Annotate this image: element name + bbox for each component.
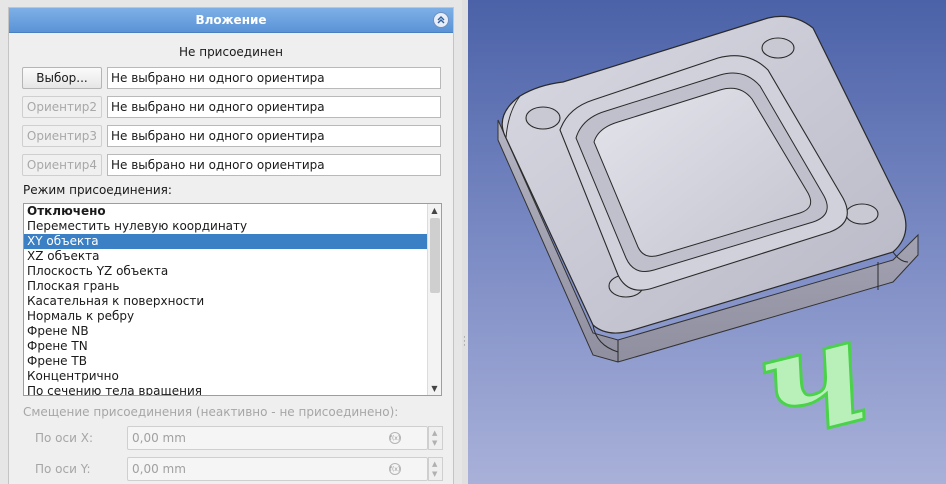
cad-model[interactable]: ч <box>468 0 946 484</box>
reference-field-1[interactable]: Не выбрано ни одного ориентира <box>107 67 441 89</box>
scroll-up-icon[interactable]: ▲ <box>428 204 441 217</box>
collapse-icon[interactable] <box>433 12 449 28</box>
reference-row-4: Ориентир4 Не выбрано ни одного ориентира <box>22 154 442 176</box>
offset-x-row: По оси X: 0,00 mm f(x) ▲ ▼ <box>23 426 443 450</box>
mode-item[interactable]: По сечению тела вращения <box>24 384 428 395</box>
mode-item[interactable]: Переместить нулевую координату <box>24 219 428 234</box>
mode-item[interactable]: Концентрично <box>24 369 428 384</box>
expression-icon[interactable]: f(x) <box>389 432 401 444</box>
mode-item-selected[interactable]: XY объекта <box>24 234 428 249</box>
offset-x-input[interactable]: 0,00 mm f(x) <box>127 426 428 450</box>
reference-row-3: Ориентир3 Не выбрано ни одного ориентира <box>22 125 442 147</box>
sketch-glyph: ч <box>738 280 885 477</box>
reference-row-2: Ориентир2 Не выбрано ни одного ориентира <box>22 96 442 118</box>
mode-item[interactable]: Френе TB <box>24 354 428 369</box>
offset-y-value: 0,00 mm <box>132 462 186 476</box>
mode-item[interactable]: Френе NB <box>24 324 428 339</box>
offset-y-input[interactable]: 0,00 mm f(x) <box>127 457 428 481</box>
task-panel-area: Вложение Не присоединен Выбор... Не выбр… <box>0 0 462 484</box>
reference-field-2[interactable]: Не выбрано ни одного ориентира <box>107 96 441 118</box>
offset-x-stepper[interactable]: ▲ ▼ <box>428 426 443 450</box>
mode-item[interactable]: Плоскость YZ объекта <box>24 264 428 279</box>
splitter-grip-icon: · · · <box>463 333 466 351</box>
mode-list-scrollbar[interactable]: ▲ ▼ <box>427 204 441 395</box>
3d-viewport[interactable]: ч <box>468 0 946 484</box>
mode-item[interactable]: Касательная к поверхности <box>24 294 428 309</box>
panel-title: Вложение <box>195 13 267 27</box>
offset-y-label: По оси Y: <box>35 462 91 476</box>
attachment-panel: Вложение Не присоединен Выбор... Не выбр… <box>8 7 454 484</box>
mode-item[interactable]: XZ объекта <box>24 249 428 264</box>
offset-section-label: Смещение присоединения (неактивно - не п… <box>23 405 399 419</box>
offset-x-label: По оси X: <box>35 431 93 445</box>
step-up-icon[interactable]: ▲ <box>432 460 437 468</box>
offset-y-row: По оси Y: 0,00 mm f(x) ▲ ▼ <box>23 457 443 481</box>
reference-field-4[interactable]: Не выбрано ни одного ориентира <box>107 154 441 176</box>
panel-header[interactable]: Вложение <box>9 8 453 33</box>
reference4-button[interactable]: Ориентир4 <box>22 154 102 176</box>
reference-field-3[interactable]: Не выбрано ни одного ориентира <box>107 125 441 147</box>
attachment-mode-list[interactable]: Отключено Переместить нулевую координату… <box>23 203 442 396</box>
select-reference-button[interactable]: Выбор... <box>22 67 102 89</box>
attachment-status: Не присоединен <box>179 45 283 59</box>
reference3-button[interactable]: Ориентир3 <box>22 125 102 147</box>
step-down-icon[interactable]: ▼ <box>432 439 437 447</box>
mode-item[interactable]: Нормаль к ребру <box>24 309 428 324</box>
mode-item[interactable]: Отключено <box>24 204 428 219</box>
scroll-thumb[interactable] <box>430 218 440 293</box>
offset-y-stepper[interactable]: ▲ ▼ <box>428 457 443 481</box>
attachment-mode-label: Режим присоединения: <box>23 183 172 197</box>
step-down-icon[interactable]: ▼ <box>432 470 437 478</box>
expression-icon[interactable]: f(x) <box>389 463 401 475</box>
mode-item[interactable]: Плоская грань <box>24 279 428 294</box>
step-up-icon[interactable]: ▲ <box>432 429 437 437</box>
mode-item[interactable]: Френе TN <box>24 339 428 354</box>
scroll-down-icon[interactable]: ▼ <box>428 382 441 395</box>
reference-row-1: Выбор... Не выбрано ни одного ориентира <box>22 67 442 89</box>
offset-x-value: 0,00 mm <box>132 431 186 445</box>
reference2-button[interactable]: Ориентир2 <box>22 96 102 118</box>
